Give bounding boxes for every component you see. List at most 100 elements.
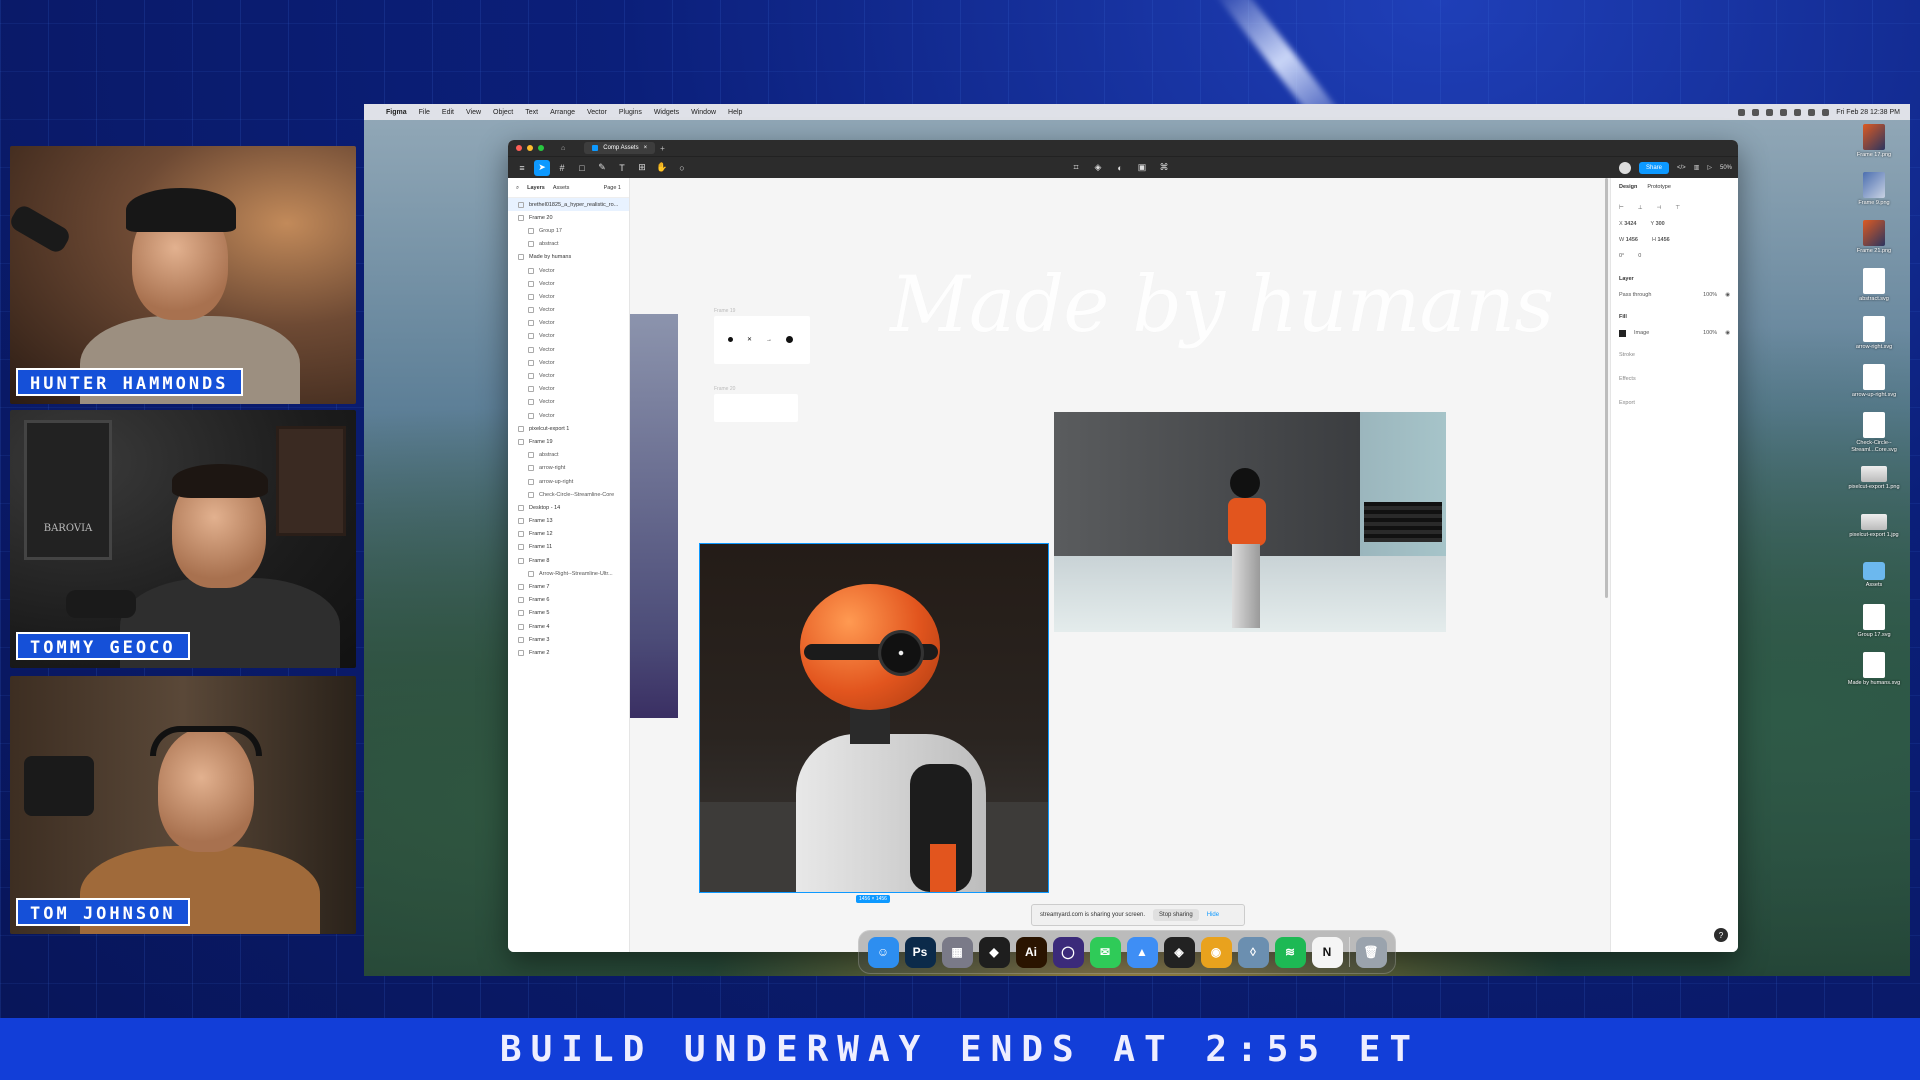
- resources-tool-icon[interactable]: ⊞: [634, 160, 650, 176]
- arc-app-icon[interactable]: ◯: [1052, 936, 1084, 968]
- messages-app-icon[interactable]: ✉: [1089, 936, 1121, 968]
- blend-mode-select[interactable]: Pass through: [1619, 292, 1651, 298]
- menu-file[interactable]: File: [419, 109, 430, 116]
- close-window-icon[interactable]: [516, 145, 522, 151]
- menu-widgets[interactable]: Widgets: [654, 109, 679, 116]
- y-input[interactable]: Y 300: [1650, 221, 1664, 227]
- shape-tool-icon[interactable]: □: [574, 160, 590, 176]
- align-top-icon[interactable]: ⊤: [1675, 205, 1680, 211]
- outline-icon[interactable]: ⌘: [1156, 160, 1172, 176]
- pen-tool-icon[interactable]: ✎: [594, 160, 610, 176]
- menu-window[interactable]: Window: [691, 109, 716, 116]
- help-icon[interactable]: ?: [1714, 928, 1728, 942]
- layer-row[interactable]: Vector: [508, 290, 629, 303]
- desktop-file-icon[interactable]: pixelcut-export 1.jpg: [1846, 508, 1902, 556]
- desktop-file-icon[interactable]: Frame 17.png: [1846, 124, 1902, 172]
- align-center-icon[interactable]: ⊥: [1638, 205, 1643, 211]
- layer-row[interactable]: Vector: [508, 304, 629, 317]
- layer-row[interactable]: Frame 11: [508, 541, 629, 554]
- present-icon[interactable]: ▷: [1707, 164, 1712, 171]
- desktop-file-icon[interactable]: pixelcut-export 1.png: [1846, 460, 1902, 508]
- menu-plugins[interactable]: Plugins: [619, 109, 642, 116]
- canvas-scrollbar[interactable]: [1605, 178, 1608, 598]
- layer-row[interactable]: Frame 3: [508, 633, 629, 646]
- home-icon[interactable]: ⌂: [561, 145, 565, 152]
- tray-icon[interactable]: [1738, 108, 1746, 116]
- zoom-level[interactable]: 50%: [1720, 165, 1732, 171]
- zoom-window-icon[interactable]: [538, 145, 544, 151]
- main-menu-icon[interactable]: ≡: [514, 160, 530, 176]
- radius-input[interactable]: 0: [1638, 253, 1641, 259]
- visibility-icon[interactable]: ◉: [1725, 292, 1730, 298]
- layers-app-icon[interactable]: ◈: [1163, 936, 1195, 968]
- spotify-app-icon[interactable]: ≋: [1274, 936, 1306, 968]
- photoshop-app-icon[interactable]: Ps: [904, 936, 936, 968]
- tray-icon[interactable]: [1766, 108, 1774, 116]
- width-input[interactable]: W 1456: [1619, 237, 1638, 243]
- layer-row[interactable]: Frame 6: [508, 594, 629, 607]
- layer-row[interactable]: Vector: [508, 409, 629, 422]
- layer-row[interactable]: Vector: [508, 396, 629, 409]
- fill-type[interactable]: Image: [1634, 330, 1649, 336]
- testflight-app-icon[interactable]: ▲: [1126, 936, 1158, 968]
- layer-row[interactable]: Vector: [508, 383, 629, 396]
- desktop-file-icon[interactable]: arrow-right.svg: [1846, 316, 1902, 364]
- layer-row[interactable]: Arrow-Right--Streamline-Ultr...: [508, 567, 629, 580]
- align-right-icon[interactable]: ⊣: [1657, 205, 1662, 211]
- fill-swatch[interactable]: [1619, 329, 1626, 337]
- tray-icon[interactable]: [1752, 108, 1760, 116]
- library-icon[interactable]: ▥: [1694, 164, 1700, 171]
- layer-row[interactable]: Check-Circle--Streamline-Core: [508, 488, 629, 501]
- fill-opacity-input[interactable]: 100%: [1703, 330, 1717, 336]
- menu-object[interactable]: Object: [493, 109, 513, 116]
- layer-row[interactable]: arrow-up-right: [508, 475, 629, 488]
- mask-icon[interactable]: ◐: [1112, 160, 1128, 176]
- menu-edit[interactable]: Edit: [442, 109, 454, 116]
- layer-row[interactable]: abstract: [508, 238, 629, 251]
- illustrator-app-icon[interactable]: Ai: [1015, 936, 1047, 968]
- finder-app-icon[interactable]: ☺: [867, 936, 899, 968]
- align-left-icon[interactable]: ⊢: [1619, 205, 1624, 211]
- export-section-title[interactable]: Export: [1619, 400, 1730, 412]
- battery-icon[interactable]: [1822, 108, 1830, 116]
- layer-row[interactable]: Frame 4: [508, 620, 629, 633]
- component-icon[interactable]: ◈: [1090, 160, 1106, 176]
- new-tab-icon[interactable]: +: [660, 144, 665, 153]
- layer-row[interactable]: Vector: [508, 343, 629, 356]
- layer-row[interactable]: Vector: [508, 356, 629, 369]
- hide-button[interactable]: Hide: [1207, 912, 1219, 918]
- visibility-icon[interactable]: ◉: [1725, 330, 1730, 336]
- desktop-file-icon[interactable]: abstract.svg: [1846, 268, 1902, 316]
- menu-help[interactable]: Help: [728, 109, 742, 116]
- x-input[interactable]: X 3424: [1619, 221, 1636, 227]
- frame-tool-icon[interactable]: #: [554, 160, 570, 176]
- layer-opacity-input[interactable]: 100%: [1703, 292, 1717, 298]
- tray-icon[interactable]: [1794, 108, 1802, 116]
- menu-view[interactable]: View: [466, 109, 481, 116]
- layer-row[interactable]: Frame 7: [508, 580, 629, 593]
- menu-vector[interactable]: Vector: [587, 109, 607, 116]
- abstract-gradient-image[interactable]: [630, 314, 678, 718]
- layer-row[interactable]: Frame 5: [508, 607, 629, 620]
- stop-sharing-button[interactable]: Stop sharing: [1153, 909, 1199, 921]
- hand-tool-icon[interactable]: ✋: [654, 160, 670, 176]
- robot-side-view-image[interactable]: [1054, 412, 1446, 632]
- boolean-icon[interactable]: ▣: [1134, 160, 1150, 176]
- height-input[interactable]: H 1456: [1652, 237, 1670, 243]
- layer-row[interactable]: Group 17: [508, 224, 629, 237]
- robot-portrait-image[interactable]: [699, 543, 1049, 893]
- rotation-input[interactable]: 0°: [1619, 253, 1624, 259]
- crop-icon[interactable]: ⌗: [1068, 160, 1084, 176]
- file-tab[interactable]: Comp Assets ×: [584, 142, 656, 154]
- layer-row[interactable]: Made by humans: [508, 251, 629, 264]
- layer-row[interactable]: Frame 19: [508, 435, 629, 448]
- close-tab-icon[interactable]: ×: [644, 145, 648, 151]
- desktop-file-icon[interactable]: arrow-up-right.svg: [1846, 364, 1902, 412]
- layer-row[interactable]: abstract: [508, 449, 629, 462]
- tab-layers[interactable]: Layers: [527, 185, 545, 192]
- text-tool-icon[interactable]: T: [614, 160, 630, 176]
- empty-frame[interactable]: [714, 394, 798, 422]
- layer-row[interactable]: Frame 2: [508, 646, 629, 659]
- canvas-headline[interactable]: Made by humans: [890, 260, 1554, 350]
- move-tool-icon[interactable]: ➤: [534, 159, 550, 176]
